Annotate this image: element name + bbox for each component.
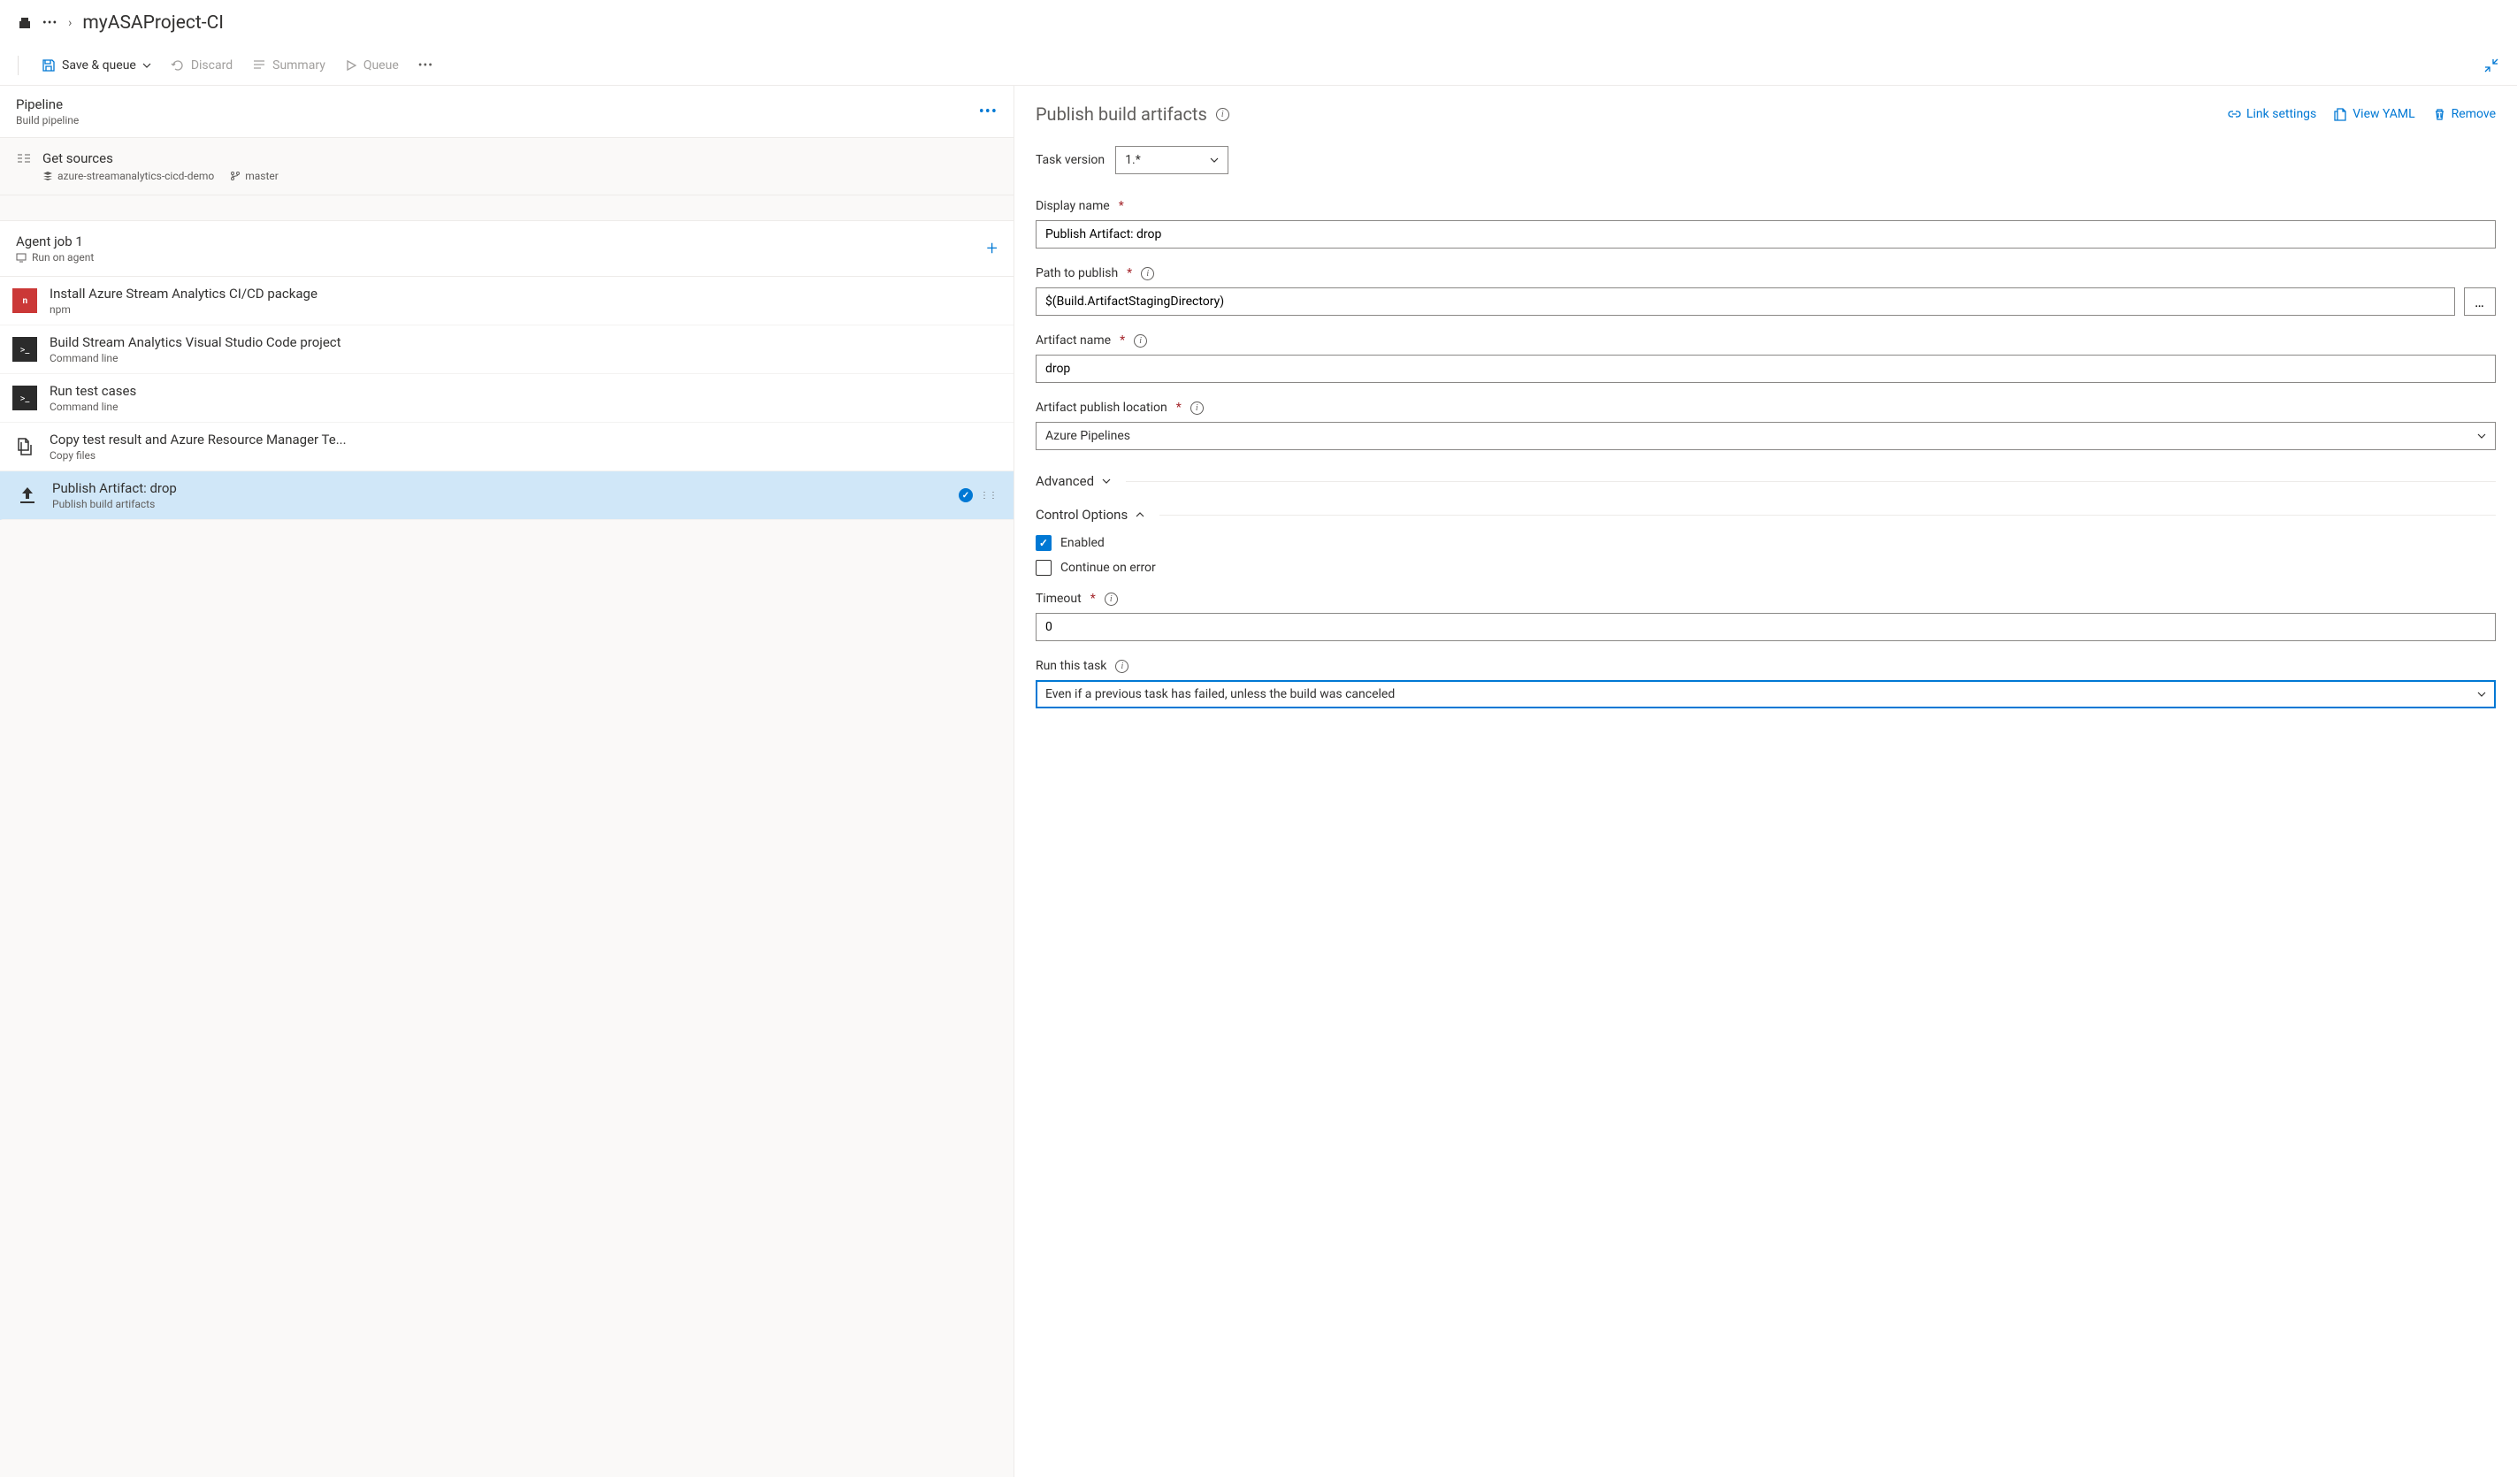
enabled-checkbox[interactable]: [1036, 535, 1052, 551]
toolbar: Save & queue Discard Summary Queue •••: [0, 46, 2517, 86]
cli-icon: >_: [12, 386, 37, 410]
info-icon[interactable]: i: [1105, 593, 1118, 606]
npm-icon: n: [12, 288, 37, 313]
task-version-select[interactable]: 1.*: [1115, 146, 1228, 174]
copy-icon: [12, 434, 37, 459]
task-item-build[interactable]: >_ Build Stream Analytics Visual Studio …: [0, 325, 1014, 374]
add-task-button[interactable]: +: [987, 238, 998, 260]
repo-icon: [42, 171, 53, 181]
chevron-right-icon: ›: [68, 16, 72, 30]
breadcrumb-more-icon[interactable]: •••: [42, 16, 57, 30]
task-item-publish[interactable]: Publish Artifact: drop Publish build art…: [0, 471, 1014, 520]
run-task-select[interactable]: Even if a previous task has failed, unle…: [1036, 680, 2496, 708]
breadcrumb: ••• › myASAProject-CI: [0, 0, 2517, 46]
check-icon: [959, 488, 973, 502]
queue-button[interactable]: Queue: [345, 55, 399, 76]
pipeline-header[interactable]: Pipeline Build pipeline •••: [0, 86, 1014, 138]
discard-button[interactable]: Discard: [171, 55, 233, 76]
info-icon[interactable]: i: [1115, 660, 1128, 673]
info-icon[interactable]: i: [1216, 108, 1229, 121]
artifact-name-input[interactable]: [1036, 355, 2496, 383]
view-yaml-button[interactable]: View YAML: [2334, 107, 2414, 121]
cli-icon: >_: [12, 337, 37, 362]
run-task-label: Run this task: [1036, 659, 1106, 673]
advanced-section[interactable]: Advanced: [1036, 468, 2496, 489]
display-name-input[interactable]: [1036, 220, 2496, 249]
timeout-input[interactable]: [1036, 613, 2496, 641]
page-title: myASAProject-CI: [82, 12, 224, 34]
toolbar-more-icon[interactable]: •••: [418, 58, 433, 73]
task-item-test[interactable]: >_ Run test cases Command line: [0, 374, 1014, 423]
pipeline-more-icon[interactable]: •••: [979, 103, 998, 121]
display-name-label: Display name: [1036, 199, 1110, 213]
sources-icon: [16, 150, 32, 166]
info-icon[interactable]: i: [1134, 334, 1147, 348]
task-details: Publish build artifacts i Link settings …: [1014, 86, 2517, 1477]
task-item-npm[interactable]: n Install Azure Stream Analytics CI/CD p…: [0, 277, 1014, 325]
publish-location-label: Artifact publish location: [1036, 401, 1167, 415]
enabled-label: Enabled: [1060, 536, 1105, 550]
chevron-down-icon: [142, 61, 151, 70]
save-queue-button[interactable]: Save & queue: [42, 55, 151, 76]
timeout-label: Timeout: [1036, 592, 1082, 606]
collapse-icon[interactable]: [2483, 57, 2499, 73]
publish-location-select[interactable]: Azure Pipelines: [1036, 422, 2496, 450]
get-sources-row[interactable]: Get sources azure-streamanalytics-cicd-d…: [0, 138, 1014, 195]
browse-button[interactable]: …: [2464, 287, 2496, 316]
continue-checkbox[interactable]: [1036, 560, 1052, 576]
artifact-name-label: Artifact name: [1036, 333, 1111, 348]
summary-button[interactable]: Summary: [252, 55, 325, 76]
remove-button[interactable]: Remove: [2433, 107, 2496, 121]
agent-job-row[interactable]: Agent job 1 Run on agent +: [0, 220, 1014, 277]
path-input[interactable]: [1036, 287, 2455, 316]
pipeline-tree: Pipeline Build pipeline ••• Get sources …: [0, 86, 1014, 1477]
task-version-label: Task version: [1036, 153, 1105, 167]
info-icon[interactable]: i: [1141, 267, 1154, 280]
agent-icon: [16, 252, 27, 263]
drag-handle-icon[interactable]: ⋮⋮: [980, 494, 998, 497]
control-options-section[interactable]: Control Options: [1036, 501, 2496, 523]
task-item-copy[interactable]: Copy test result and Azure Resource Mana…: [0, 423, 1014, 471]
path-label: Path to publish: [1036, 266, 1118, 280]
upload-icon: [15, 483, 40, 508]
info-icon[interactable]: i: [1190, 402, 1204, 415]
link-settings-button[interactable]: Link settings: [2228, 107, 2316, 121]
project-icon[interactable]: [18, 16, 32, 30]
chevron-up-icon: [1135, 509, 1145, 520]
branch-icon: [230, 171, 241, 181]
continue-label: Continue on error: [1060, 561, 1156, 575]
chevron-down-icon: [1101, 476, 1112, 486]
details-title: Publish build artifacts: [1036, 103, 1207, 125]
